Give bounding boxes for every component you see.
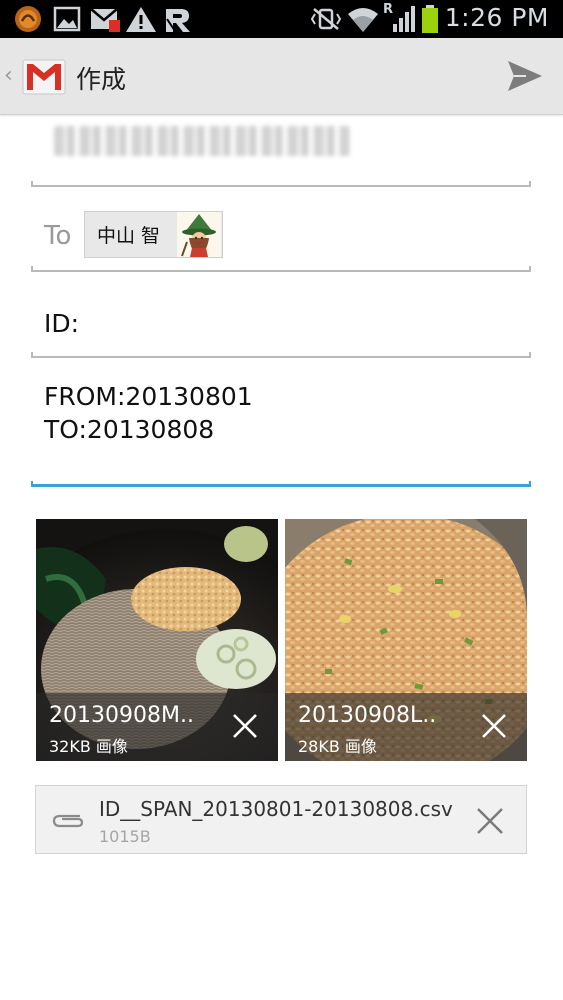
warning-icon <box>124 4 158 34</box>
signal-icon: R <box>382 2 416 34</box>
attachment-name: 20130908M.. <box>49 703 194 728</box>
attachment-meta: 28KB 画像 <box>298 737 377 756</box>
body-line[interactable]: TO:20130808 <box>44 415 214 444</box>
wifi-icon <box>346 4 380 34</box>
gmail-logo[interactable] <box>21 53 67 99</box>
remove-attachment-button[interactable] <box>230 711 260 741</box>
gmail-notification-icon <box>88 4 122 34</box>
r-app-icon <box>162 4 194 34</box>
send-icon <box>508 61 542 91</box>
image-icon <box>52 4 82 34</box>
browser-icon <box>12 4 44 34</box>
to-divider <box>31 266 531 272</box>
action-bar: ‹ 作成 <box>0 38 563 115</box>
send-button[interactable] <box>505 56 545 96</box>
status-bar: R 1:26 PM <box>0 0 563 38</box>
from-account-field[interactable] <box>54 126 350 156</box>
image-attachment[interactable]: 20130908M.. 32KB 画像 <box>36 519 278 761</box>
network-type-label: R <box>383 2 394 17</box>
to-label: To <box>44 221 72 251</box>
page-title: 作成 <box>76 65 127 94</box>
paperclip-icon <box>50 808 86 834</box>
clock: 1:26 PM <box>444 3 549 32</box>
recipient-name: 中山 智 <box>97 225 161 247</box>
attachment-meta: 32KB 画像 <box>49 737 128 756</box>
vibrate-off-icon <box>308 4 344 34</box>
remove-file-button[interactable] <box>474 805 506 837</box>
attachment-caption: 20130908L.. 28KB 画像 <box>285 693 527 761</box>
subject-divider <box>31 352 531 358</box>
file-size: 1015B <box>99 827 151 846</box>
body-line[interactable]: FROM:20130801 <box>44 382 253 411</box>
image-attachment[interactable]: 20130908L.. 28KB 画像 <box>285 519 527 761</box>
file-attachment[interactable]: ID__SPAN_20130801-20130808.csv 1015B <box>35 785 527 854</box>
from-divider <box>31 181 531 187</box>
close-icon <box>482 714 506 738</box>
close-icon <box>233 714 257 738</box>
body-divider-focused <box>31 481 531 487</box>
back-chevron-icon[interactable]: ‹ <box>4 64 18 88</box>
remove-attachment-button[interactable] <box>479 711 509 741</box>
recipient-avatar <box>177 212 221 257</box>
attachment-caption: 20130908M.. 32KB 画像 <box>36 693 278 761</box>
file-name: ID__SPAN_20130801-20130808.csv <box>99 797 453 821</box>
subject-field[interactable]: ID: <box>44 309 79 338</box>
recipient-chip[interactable]: 中山 智 <box>84 211 223 258</box>
close-icon <box>477 808 503 834</box>
battery-icon <box>420 4 440 34</box>
attachment-name: 20130908L.. <box>298 703 437 728</box>
